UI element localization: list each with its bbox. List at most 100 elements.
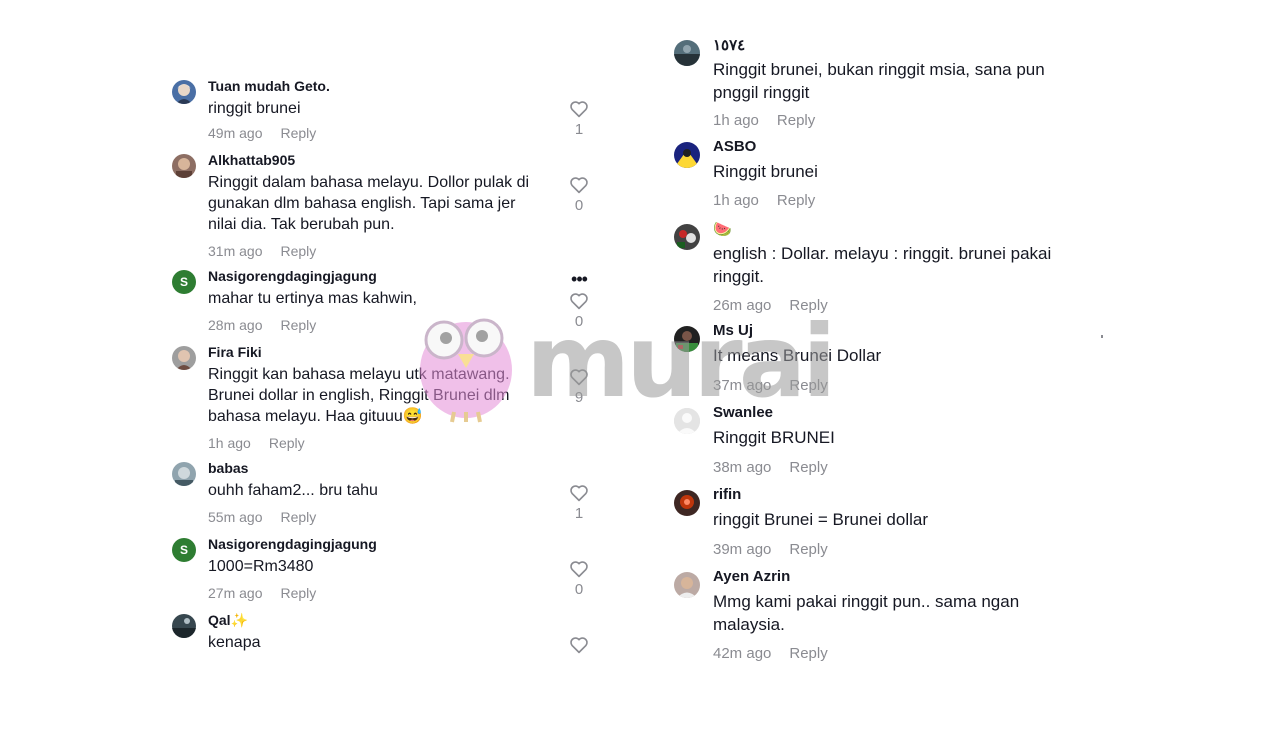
comment-username[interactable]: 🍉	[713, 220, 732, 238]
avatar[interactable]	[674, 490, 700, 516]
comment-username[interactable]: Nasigorengdagingjagung	[208, 536, 377, 552]
avatar[interactable]: S	[172, 270, 196, 294]
comment-text: It means Brunei Dollar	[713, 346, 882, 365]
comment-meta: 27m ago Reply	[208, 585, 316, 601]
like-count: 1	[574, 121, 584, 138]
like-count: 9	[574, 389, 584, 406]
comment-time: 28m ago	[208, 317, 263, 333]
heart-icon	[570, 101, 588, 118]
comment-text: ouhh faham2... bru tahu	[208, 482, 378, 499]
heart-icon	[570, 369, 588, 386]
comment-time: 42m ago	[713, 645, 772, 662]
reply-button[interactable]: Reply	[789, 377, 827, 394]
like-button[interactable]: 1	[568, 484, 590, 522]
like-button[interactable]: 0	[568, 292, 590, 330]
avatar[interactable]	[674, 408, 700, 434]
avatar[interactable]	[674, 40, 700, 66]
heart-icon	[570, 485, 588, 502]
comment-meta: 37m ago Reply	[713, 377, 828, 394]
heart-icon	[570, 561, 588, 578]
avatar[interactable]	[172, 346, 196, 370]
reply-button[interactable]: Reply	[269, 435, 305, 451]
reply-button[interactable]: Reply	[777, 112, 815, 129]
comment-time: 27m ago	[208, 585, 263, 601]
comment-username[interactable]: ١٥٧٤	[713, 36, 745, 54]
comment-username[interactable]: Qal✨	[208, 612, 248, 629]
divider-dot	[1101, 335, 1103, 338]
avatar[interactable]	[674, 224, 700, 250]
like-button[interactable]: 1	[568, 100, 590, 138]
comment-username[interactable]: Swanlee	[713, 404, 773, 421]
comment-text: Mmg kami pakai ringgit pun.. sama ngan m…	[713, 592, 1020, 634]
comment-meta: 38m ago Reply	[713, 459, 828, 476]
reply-button[interactable]: Reply	[789, 541, 827, 558]
reply-button[interactable]: Reply	[280, 509, 316, 525]
comment-meta: 26m ago Reply	[713, 297, 828, 314]
comment-username[interactable]: Fira Fiki	[208, 344, 262, 360]
avatar[interactable]	[172, 154, 196, 178]
comment-time: 1h ago	[713, 112, 759, 129]
reply-button[interactable]: Reply	[280, 243, 316, 259]
comment-time: 1h ago	[713, 192, 759, 209]
comment-text: Ringgit brunei, bukan ringgit msia, sana…	[713, 60, 1045, 102]
comment-time: 55m ago	[208, 509, 263, 525]
comment-text: Ringgit brunei	[713, 162, 818, 181]
avatar[interactable]	[674, 142, 700, 168]
comment-meta: 28m ago Reply	[208, 317, 316, 333]
avatar[interactable]: S	[172, 538, 196, 562]
comment-text: ringgit brunei	[208, 100, 301, 117]
comment-time: 1h ago	[208, 435, 251, 451]
avatar[interactable]	[172, 80, 196, 104]
comment-text: ringgit Brunei = Brunei dollar	[713, 510, 928, 529]
comment-username[interactable]: rifin	[713, 486, 741, 503]
comment-text: Ringgit BRUNEI	[713, 428, 835, 447]
like-button[interactable]: 9	[568, 368, 590, 406]
comment-time: 31m ago	[208, 243, 263, 259]
comment-username[interactable]: Ayen Azrin	[713, 568, 790, 585]
comment-text: mahar tu ertinya mas kahwin,	[208, 290, 417, 307]
avatar-letter: S	[179, 543, 188, 557]
like-count: 0	[574, 581, 584, 598]
comment-meta: 1h ago Reply	[713, 192, 815, 209]
comment-username[interactable]: ASBO	[713, 138, 756, 155]
avatar-letter: S	[179, 275, 188, 289]
comment-text: Ringgit kan bahasa melayu utk matawang. …	[208, 366, 510, 425]
comment-username[interactable]: Alkhattab905	[208, 152, 295, 168]
like-button[interactable]: 0	[568, 176, 590, 214]
comment-time: 37m ago	[713, 377, 772, 394]
more-options-icon[interactable]: •••	[568, 270, 590, 288]
avatar[interactable]	[674, 326, 700, 352]
comment-time: 39m ago	[713, 541, 772, 558]
avatar[interactable]	[674, 572, 700, 598]
like-button[interactable]	[568, 636, 590, 654]
heart-icon	[570, 177, 588, 194]
avatar[interactable]	[172, 462, 196, 486]
comment-text: english : Dollar. melayu : ringgit. brun…	[713, 244, 1052, 286]
comment-username[interactable]: Tuan mudah Geto.	[208, 78, 330, 94]
reply-button[interactable]: Reply	[789, 645, 827, 662]
reply-button[interactable]: Reply	[280, 125, 316, 141]
comment-time: 38m ago	[713, 459, 772, 476]
comment-meta: 39m ago Reply	[713, 541, 828, 558]
reply-button[interactable]: Reply	[777, 192, 815, 209]
comment-meta: 1h ago Reply	[713, 112, 815, 129]
comment-meta: 55m ago Reply	[208, 509, 316, 525]
reply-button[interactable]: Reply	[789, 297, 827, 314]
reply-button[interactable]: Reply	[789, 459, 827, 476]
default-user-icon	[674, 408, 700, 434]
comment-meta: 31m ago Reply	[208, 243, 316, 259]
heart-icon	[570, 637, 588, 654]
comment-username[interactable]: babas	[208, 460, 248, 476]
comment-time: 49m ago	[208, 125, 263, 141]
comment-username[interactable]: Nasigorengdagingjagung	[208, 268, 377, 284]
heart-icon	[570, 293, 588, 310]
comment-text: kenapa	[208, 634, 261, 651]
comment-meta: 1h ago Reply	[208, 435, 305, 451]
comment-text: Ringgit dalam bahasa melayu. Dollor pula…	[208, 174, 530, 233]
reply-button[interactable]: Reply	[280, 317, 316, 333]
avatar[interactable]	[172, 614, 196, 638]
like-count: 0	[574, 313, 584, 330]
like-button[interactable]: 0	[568, 560, 590, 598]
comment-username[interactable]: Ms Uj	[713, 322, 753, 339]
reply-button[interactable]: Reply	[280, 585, 316, 601]
